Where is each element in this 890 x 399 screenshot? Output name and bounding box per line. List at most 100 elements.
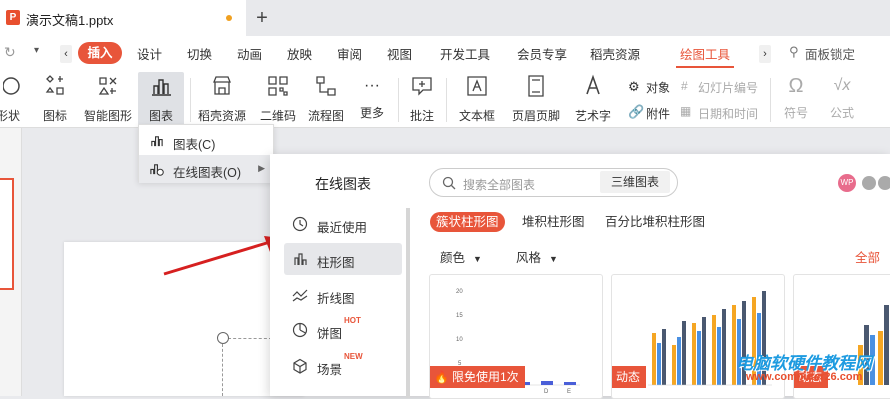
icon-label: 图标 [42,109,67,123]
tab-view[interactable]: 视图 [387,44,412,63]
search-icon: ⚲ [789,44,799,59]
tab-developer[interactable]: 开发工具 [440,44,490,63]
icons-grid-icon [45,75,64,95]
shape-button[interactable]: 形状 [0,74,30,126]
textbox-icon [467,76,487,96]
sidebar-scrollbar[interactable] [406,208,410,398]
resize-handle[interactable] [217,332,229,344]
comment-label: 批注 [409,109,434,123]
document-tab[interactable]: P 演示文稿1.pptx [0,0,246,36]
placeholder-border [222,344,223,396]
search-icon [442,176,456,190]
ribbon-separator [446,78,447,122]
tab-insert[interactable]: 插入 [78,42,122,64]
more-dots-icon: ··· [364,77,380,94]
textbox-button[interactable]: 文本框 [452,74,502,126]
ytick-label: 10 [456,337,463,343]
smart-art-icon [98,77,117,95]
hot-badge: HOT [344,316,361,325]
panel-lock-label[interactable]: 面板锁定 [805,44,855,63]
tab-member[interactable]: 会员专享 [517,44,567,63]
flowchart-button[interactable]: 流程图 [304,74,348,126]
icon-button[interactable]: 图标 [38,74,72,126]
search-placeholder: 搜索全部图表 [463,178,536,192]
caret-down-icon: ▼ [549,254,558,264]
store-icon [213,76,231,95]
formula-icon: √x [833,77,851,94]
ytick-label: 20 [456,289,463,295]
slide-number-button[interactable]: 幻灯片编号 [698,79,758,96]
smart-art-button[interactable]: 智能图形 [82,74,134,126]
quick-access-chevron-icon[interactable]: ▾ [34,45,39,56]
sidebar-item-label: 饼图 [317,327,343,341]
flowchart-label: 流程图 [307,109,344,123]
tab-transition[interactable]: 切换 [187,44,212,63]
date-time-button[interactable]: 日期和时间 [698,105,758,122]
tab-slideshow[interactable]: 放映 [287,44,312,63]
submenu-arrow-icon: ▶ [258,163,265,173]
settings-icon[interactable] [878,176,890,190]
redo-icon[interactable]: ↻ [4,44,16,61]
caret-down-icon: ▼ [473,254,482,264]
fire-icon: 🔥 [434,370,449,384]
tab-animation[interactable]: 动画 [237,44,262,63]
calendar-icon: ▦ [680,104,692,118]
unsaved-indicator [226,15,232,21]
object-button[interactable]: 对象 [646,79,670,96]
menu-item-chart[interactable]: 图表(C) [139,127,273,155]
attachment-button[interactable]: 附件 [646,105,670,122]
scroll-left-arrow[interactable]: ‹ [60,45,72,63]
sidebar-item-line[interactable]: 折线图 [284,279,402,311]
3d-chart-button[interactable]: 三维图表 [600,171,670,193]
ribbon-separator [190,78,191,122]
sidebar-item-recent[interactable]: 最近使用 [284,208,402,240]
tab-percent-stacked-bar[interactable]: 百分比堆积柱形图 [605,212,705,232]
tab-stacked-bar[interactable]: 堆积柱形图 [522,212,585,232]
formula-button[interactable]: √x 公式 [820,74,864,126]
new-tab-button[interactable]: + [252,6,272,30]
view-all-link[interactable]: 全部 [855,247,880,266]
tab-review[interactable]: 审阅 [337,44,362,63]
qrcode-button[interactable]: 二维码 [258,74,298,126]
download-icon[interactable] [862,176,876,190]
wordart-button[interactable]: 艺术字 [568,74,618,126]
docer-resource-label: 稻壳资源 [197,109,246,123]
avatar[interactable]: WP [838,174,856,192]
header-footer-label: 页眉页脚 [511,109,560,123]
tab-drawing-tools[interactable]: 绘图工具 [680,44,730,63]
menu-item-online-chart[interactable]: 在线图表(O) ▶ [139,155,273,183]
ytick-label: 15 [456,313,463,319]
sidebar-item-label: 折线图 [317,292,355,306]
sidebar-item-label: 最近使用 [317,221,368,235]
new-badge: NEW [344,352,363,361]
color-filter-dropdown[interactable]: 颜色 ▼ [440,247,482,266]
more-button[interactable]: ··· 更多 [352,74,392,126]
slide-thumbnail[interactable] [0,178,14,290]
style-filter-dropdown[interactable]: 风格 ▼ [516,247,558,266]
tab-docer[interactable]: 稻壳资源 [590,44,640,63]
chart-button[interactable]: 图表 [140,74,182,126]
tab-clustered-bar[interactable]: 簇状柱形图 [430,212,505,232]
sidebar-item-label: 柱形图 [317,256,355,270]
drawing-tools-underline [676,66,734,68]
scroll-right-arrow[interactable]: › [759,45,771,63]
shape-icon [2,77,20,95]
sidebar-item-pie[interactable]: 饼图 HOT [284,314,402,346]
sidebar-item-scene[interactable]: 场景 NEW [284,350,402,382]
symbol-button[interactable]: Ω 符号 [776,74,816,126]
comment-button[interactable]: 批注 [404,74,440,126]
sidebar-item-bar[interactable]: 柱形图 [284,243,402,275]
shape-label: 形状 [0,109,20,123]
chart-template-card[interactable]: 20 15 10 5 D E 🔥 限免使用1次 [429,274,603,399]
symbol-label: 符号 [783,106,808,120]
attachment-icon: 🔗 [628,104,645,119]
docer-resource-button[interactable]: 稻壳资源 [196,74,248,126]
watermark-url: www.computer26.com [746,371,863,383]
tab-design[interactable]: 设计 [137,44,162,63]
document-name: 演示文稿1.pptx [26,13,114,28]
cube-icon [293,358,307,374]
ribbon-separator [770,78,771,122]
ribbon-separator [398,78,399,122]
header-footer-button[interactable]: 页眉页脚 [510,74,562,126]
bar-mark [541,381,553,385]
